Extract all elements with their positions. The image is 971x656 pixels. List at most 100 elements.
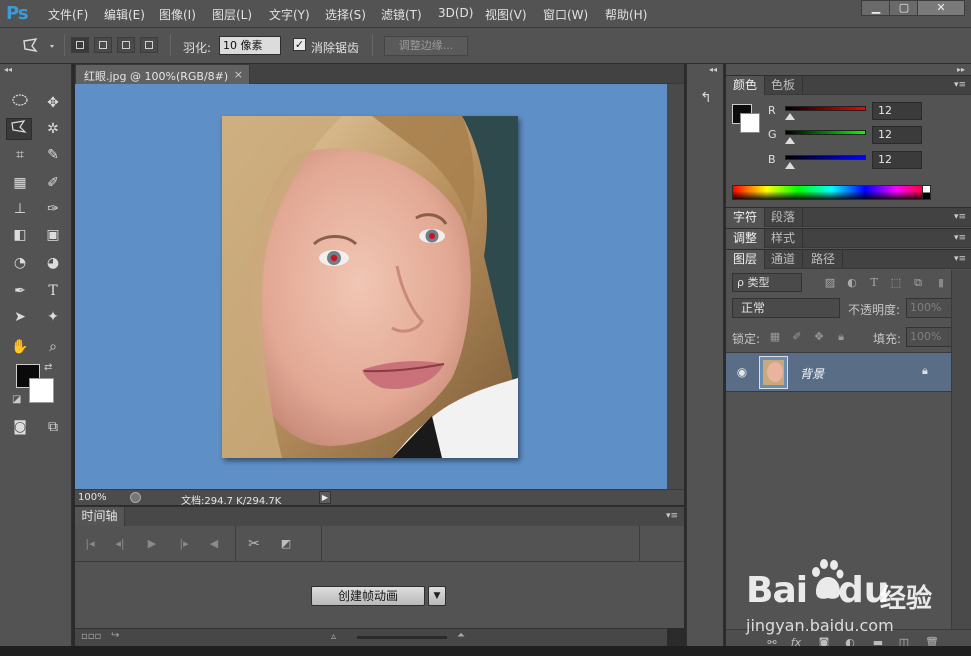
eraser-icon[interactable]: ◧ bbox=[7, 224, 33, 246]
menu-item-5[interactable]: 选择(S) bbox=[325, 6, 366, 23]
status-menu-arrow-icon[interactable]: ▶ bbox=[319, 491, 331, 504]
menu-item-6[interactable]: 滤镜(T) bbox=[381, 6, 422, 23]
filter-smart-object-icon[interactable]: ⧉ bbox=[910, 276, 926, 290]
prev-frame-icon[interactable]: ◂| bbox=[109, 535, 131, 553]
zoom-in-mountain-icon[interactable]: ⏶ bbox=[457, 630, 465, 641]
tools-collapse-icon[interactable]: ◂◂ bbox=[4, 65, 12, 74]
minimize-button[interactable]: ▁ bbox=[861, 0, 891, 16]
convert-arrow-icon[interactable]: ↪ bbox=[111, 630, 119, 641]
audio-icon[interactable]: ◀ bbox=[203, 535, 225, 553]
close-button[interactable]: ✕ bbox=[917, 0, 965, 16]
menu-item-8[interactable]: 视图(V) bbox=[485, 6, 527, 23]
menu-item-3[interactable]: 图层(L) bbox=[212, 6, 252, 23]
filter-shape-icon[interactable]: ⬚ bbox=[888, 276, 904, 290]
tab-swatches[interactable]: 色板 bbox=[764, 76, 804, 95]
gradient-tool-icon[interactable]: ▣ bbox=[40, 224, 66, 246]
layers-scrollbar[interactable] bbox=[951, 270, 971, 630]
panel-menu-icon[interactable]: ▾≡ bbox=[954, 80, 966, 90]
document-image[interactable] bbox=[222, 116, 518, 458]
background-color-swatch[interactable] bbox=[29, 378, 54, 403]
timeline-zoom-slider[interactable] bbox=[357, 636, 447, 639]
menu-item-0[interactable]: 文件(F) bbox=[48, 6, 88, 23]
swap-colors-icon[interactable]: ⇄ bbox=[44, 362, 52, 373]
tab-layers[interactable]: 图层 bbox=[726, 250, 766, 269]
split-scissors-icon[interactable]: ✂ bbox=[243, 535, 265, 553]
tab-timeline[interactable]: 时间轴 bbox=[75, 507, 125, 527]
intersect-selection-button[interactable] bbox=[140, 37, 158, 53]
panels-collapse-icon[interactable]: ▸▸ bbox=[957, 65, 965, 74]
refine-edge-button[interactable]: 调整边缘... bbox=[384, 36, 468, 56]
tab-paths[interactable]: 路径 bbox=[804, 250, 844, 269]
color-background-swatch[interactable] bbox=[740, 113, 760, 133]
magic-wand-icon[interactable]: ✲ bbox=[40, 118, 66, 140]
filter-pixel-icon[interactable]: ▨ bbox=[822, 276, 838, 290]
blend-mode-dropdown[interactable]: 正常 bbox=[732, 298, 840, 318]
layer-row[interactable]: ◉ 背景 🔒︎ bbox=[726, 352, 951, 392]
channel-slider-r[interactable] bbox=[785, 106, 866, 111]
subtract-selection-button[interactable] bbox=[117, 37, 135, 53]
strip-collapse-icon[interactable]: ◂◂ bbox=[709, 65, 717, 74]
eye-visibility-icon[interactable]: ◉ bbox=[734, 365, 750, 379]
status-info-icon[interactable] bbox=[130, 492, 141, 503]
hand-tool-icon[interactable]: ✋ bbox=[7, 336, 33, 358]
eyedropper-icon[interactable]: ✎ bbox=[40, 144, 66, 166]
next-frame-icon[interactable]: |▸ bbox=[173, 535, 195, 553]
zoom-out-mountain-icon[interactable]: ▵ bbox=[331, 631, 336, 642]
lock-position-icon[interactable]: ✥ bbox=[812, 330, 826, 344]
zoom-level[interactable]: 100% bbox=[78, 492, 107, 503]
screen-mode-icon[interactable]: ⧉ bbox=[40, 416, 66, 438]
first-frame-icon[interactable]: |◂ bbox=[79, 535, 101, 553]
layer-filter-dropdown[interactable]: ρ 类型 bbox=[732, 273, 802, 292]
tab-character[interactable]: 字符 bbox=[726, 208, 766, 227]
new-selection-button[interactable] bbox=[71, 37, 89, 53]
filter-adjustment-icon[interactable]: ◐ bbox=[844, 276, 860, 290]
channel-thumb-g[interactable] bbox=[785, 137, 795, 144]
tab-paragraph[interactable]: 段落 bbox=[764, 208, 804, 227]
channel-value-b[interactable]: 12 bbox=[872, 151, 922, 169]
brush-tool-icon[interactable]: ✐ bbox=[40, 172, 66, 194]
default-colors-icon[interactable]: ◪ bbox=[12, 394, 21, 405]
history-brush-icon[interactable]: ✑ bbox=[40, 198, 66, 220]
filter-type-icon[interactable]: T bbox=[866, 276, 882, 290]
pen-tool-icon[interactable]: ✒ bbox=[7, 280, 33, 302]
polygonal-lasso-icon[interactable] bbox=[20, 37, 56, 55]
channel-value-r[interactable]: 12 bbox=[872, 102, 922, 120]
document-tab[interactable]: 红眼.jpg @ 100%(RGB/8#) × bbox=[75, 64, 250, 84]
channel-thumb-b[interactable] bbox=[785, 162, 795, 169]
menu-item-7[interactable]: 3D(D) bbox=[438, 6, 473, 20]
path-selection-icon[interactable]: ➤ bbox=[7, 306, 33, 328]
menu-item-4[interactable]: 文字(Y) bbox=[269, 6, 310, 23]
channel-slider-b[interactable] bbox=[785, 155, 866, 160]
dodge-tool-icon[interactable]: ◕ bbox=[40, 252, 66, 274]
elliptical-marquee-icon[interactable] bbox=[7, 92, 33, 114]
lock-image-icon[interactable]: ✐ bbox=[790, 330, 804, 344]
vertical-scrollbar[interactable] bbox=[667, 84, 684, 489]
quick-mask-icon[interactable]: ◙ bbox=[7, 416, 33, 438]
menu-item-2[interactable]: 图像(I) bbox=[159, 6, 196, 23]
create-mode-dropdown-icon[interactable]: ▼ bbox=[428, 586, 446, 606]
panel-menu-icon[interactable]: ▾≡ bbox=[954, 254, 966, 264]
play-icon[interactable]: ▶ bbox=[141, 535, 163, 553]
menu-item-10[interactable]: 帮助(H) bbox=[605, 6, 647, 23]
channel-thumb-r[interactable] bbox=[785, 113, 795, 120]
feather-input[interactable]: 10 像素 bbox=[219, 36, 281, 55]
channel-slider-g[interactable] bbox=[785, 130, 866, 135]
move-tool-icon[interactable]: ✥ bbox=[40, 92, 66, 114]
healing-brush-icon[interactable]: ▦ bbox=[7, 172, 33, 194]
layer-name[interactable]: 背景 bbox=[800, 365, 824, 382]
clone-stamp-icon[interactable]: ⊥ bbox=[7, 198, 33, 220]
color-spectrum-bar[interactable] bbox=[732, 185, 931, 200]
tab-color[interactable]: 颜色 bbox=[726, 76, 766, 95]
tab-channels[interactable]: 通道 bbox=[764, 250, 804, 269]
menu-item-9[interactable]: 窗口(W) bbox=[543, 6, 588, 23]
menu-item-1[interactable]: 编辑(E) bbox=[104, 6, 145, 23]
close-tab-icon[interactable]: × bbox=[234, 68, 243, 81]
tab-styles[interactable]: 样式 bbox=[764, 229, 804, 248]
panel-menu-icon[interactable]: ▾≡ bbox=[954, 233, 966, 243]
filter-toggle-icon[interactable]: ▮ bbox=[933, 276, 949, 290]
panel-menu-icon[interactable]: ▾≡ bbox=[954, 212, 966, 222]
lock-all-icon[interactable]: 🔒︎ bbox=[834, 330, 848, 344]
tab-adjustments[interactable]: 调整 bbox=[726, 229, 766, 248]
create-frame-animation-button[interactable]: 创建帧动画 bbox=[311, 586, 425, 606]
add-selection-button[interactable] bbox=[94, 37, 112, 53]
